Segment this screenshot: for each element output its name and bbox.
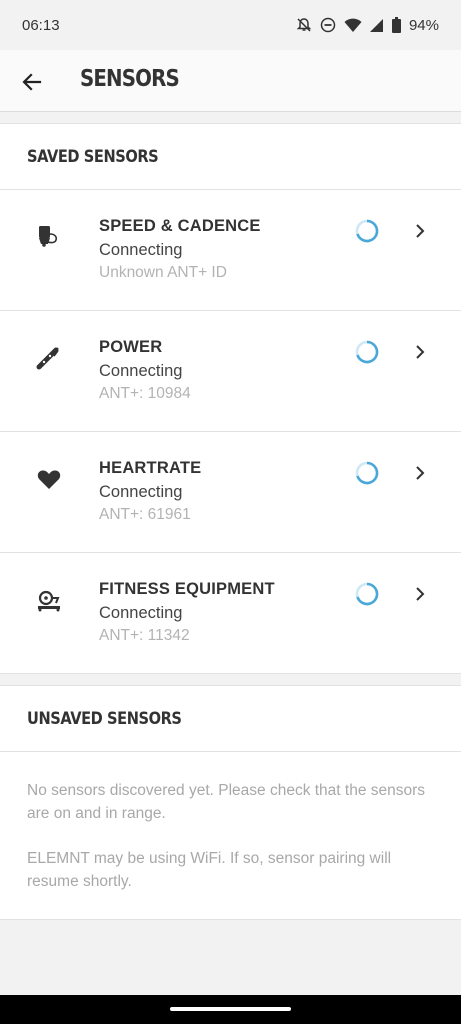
status-icons: 94% xyxy=(296,17,439,34)
unsaved-sensors-message: No sensors discovered yet. Please check … xyxy=(0,752,461,893)
sensor-row-power[interactable]: POWER Connecting ANT+: 10984 xyxy=(0,311,461,432)
sensor-row-speed-cadence[interactable]: SPEED & CADENCE Connecting Unknown ANT+ … xyxy=(0,190,461,311)
cell-signal-icon xyxy=(369,19,383,32)
home-gesture-handle[interactable] xyxy=(170,1007,291,1011)
unsaved-sensors-header: UNSAVED SENSORS xyxy=(0,686,461,752)
speed-cadence-sensor-icon xyxy=(39,226,58,247)
sensor-id: ANT+: 10984 xyxy=(99,385,191,402)
sensor-name: SPEED & CADENCE xyxy=(99,217,261,235)
loading-spinner-icon xyxy=(355,340,379,364)
power-meter-icon xyxy=(36,347,59,370)
sensor-id: Unknown ANT+ ID xyxy=(99,264,227,281)
notifications-off-icon xyxy=(296,18,312,32)
no-sensors-message: No sensors discovered yet. Please check … xyxy=(27,782,426,822)
sensor-name: FITNESS EQUIPMENT xyxy=(99,580,275,598)
saved-sensors-title: SAVED SENSORS xyxy=(27,147,159,167)
sensor-status: Connecting xyxy=(99,241,183,259)
chevron-right-icon[interactable] xyxy=(412,223,428,239)
battery-percent: 94% xyxy=(408,16,439,34)
page-title: SENSORS xyxy=(80,66,180,92)
sensor-id: ANT+: 11342 xyxy=(99,627,190,644)
chevron-right-icon[interactable] xyxy=(412,344,428,360)
status-bar: 06:13 94% xyxy=(0,0,461,50)
loading-spinner-icon xyxy=(355,461,379,485)
battery-icon xyxy=(391,17,401,33)
sensor-id: ANT+: 61961 xyxy=(99,506,191,523)
sensor-row-heartrate[interactable]: HEARTRATE Connecting ANT+: 61961 xyxy=(0,432,461,553)
sensor-row-fitness-equipment[interactable]: FITNESS EQUIPMENT Connecting ANT+: 11342 xyxy=(0,553,461,674)
saved-sensors-header: SAVED SENSORS xyxy=(0,124,461,190)
sensor-status: Connecting xyxy=(99,362,183,380)
arrow-left-icon[interactable] xyxy=(20,70,44,94)
sensor-name: POWER xyxy=(99,338,163,356)
saved-sensors-card: SAVED SENSORS SPEED & CADENCE Connecting… xyxy=(0,123,461,674)
sensor-status: Connecting xyxy=(99,483,183,501)
status-time: 06:13 xyxy=(22,16,60,34)
trainer-icon xyxy=(38,590,60,612)
wifi-message: ELEMNT may be using WiFi. If so, sensor … xyxy=(27,850,392,890)
wifi-icon xyxy=(344,18,362,32)
app-bar: SENSORS xyxy=(0,50,461,112)
system-nav-bar xyxy=(0,995,461,1024)
sensor-name: HEARTRATE xyxy=(99,459,202,477)
unsaved-sensors-title: UNSAVED SENSORS xyxy=(27,709,182,729)
heart-icon xyxy=(37,470,61,489)
unsaved-sensors-card: UNSAVED SENSORS No sensors discovered ye… xyxy=(0,685,461,920)
loading-spinner-icon xyxy=(355,219,379,243)
chevron-right-icon[interactable] xyxy=(412,586,428,602)
chevron-right-icon[interactable] xyxy=(412,465,428,481)
loading-spinner-icon xyxy=(355,582,379,606)
do-not-disturb-icon xyxy=(320,17,336,33)
sensor-status: Connecting xyxy=(99,604,183,622)
